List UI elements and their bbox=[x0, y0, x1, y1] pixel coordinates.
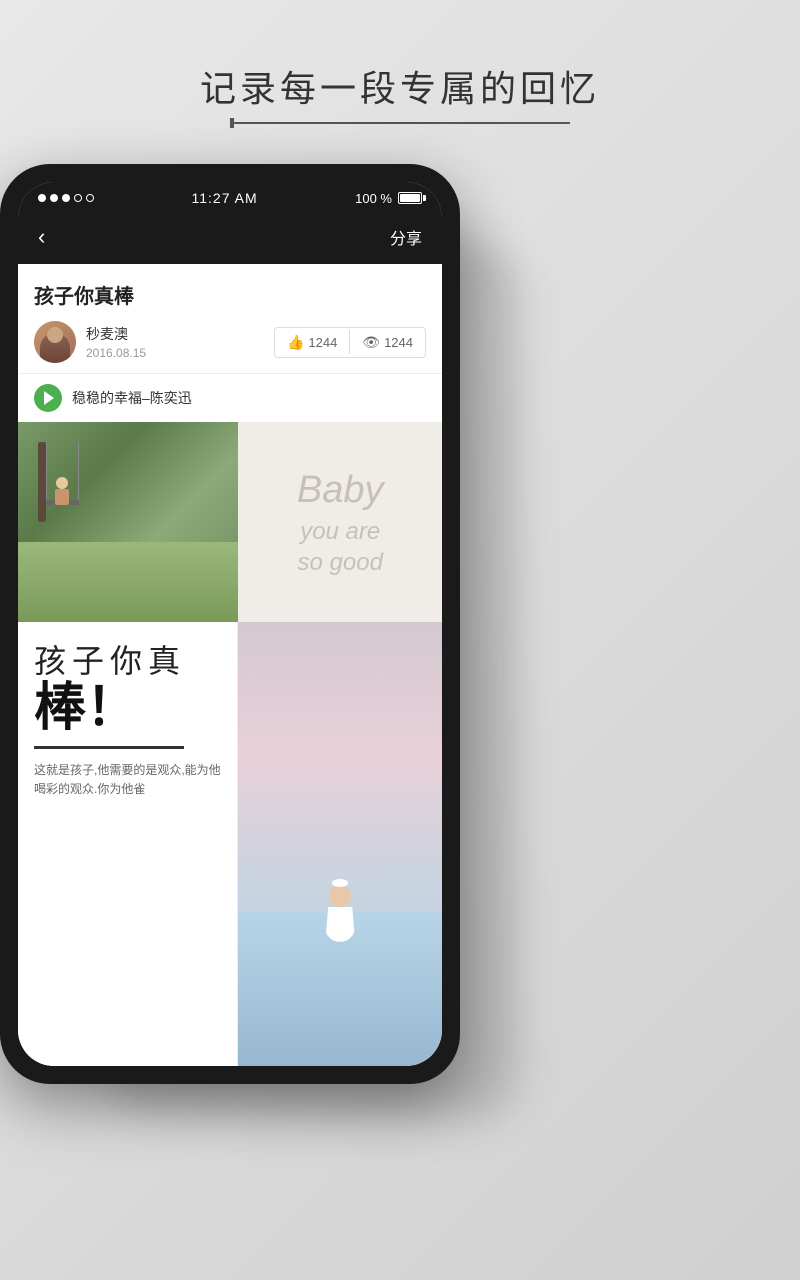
title-underline bbox=[230, 122, 570, 124]
dot-2 bbox=[50, 194, 58, 202]
author-name: 秒麦澳 bbox=[86, 324, 146, 344]
baby-text-area: Baby you are so good bbox=[238, 422, 442, 622]
battery-fill bbox=[400, 194, 420, 202]
avatar bbox=[34, 321, 76, 363]
dot-1 bbox=[38, 194, 46, 202]
image-grid-top: Baby you are so good bbox=[18, 422, 442, 622]
music-player[interactable]: 稳稳的幸福–陈奕迅 bbox=[34, 384, 426, 412]
baby-line2: you are bbox=[297, 516, 384, 547]
battery-percent: 100 % bbox=[355, 191, 392, 206]
page-title-area: 记录每一段专属的回忆 bbox=[0, 60, 800, 124]
child-figure bbox=[53, 477, 71, 505]
back-button[interactable]: ‹ bbox=[38, 224, 45, 250]
page-main-title: 记录每一段专属的回忆 bbox=[0, 60, 800, 112]
play-icon bbox=[44, 391, 54, 405]
like-count: 1244 bbox=[308, 335, 337, 350]
child-head bbox=[56, 477, 68, 489]
child-body bbox=[55, 489, 69, 505]
view-count: 1244 bbox=[384, 335, 413, 350]
text-underline-bar bbox=[34, 746, 184, 749]
post-header: 孩子你真棒 秒麦澳 2016.08.15 bbox=[18, 264, 442, 374]
baby-line3: so good bbox=[297, 547, 384, 578]
content-area: 孩子你真棒 秒麦澳 2016.08.15 bbox=[18, 264, 442, 1066]
girl-dress bbox=[325, 907, 355, 942]
view-stat: 👁 1244 bbox=[350, 328, 425, 357]
dot-4 bbox=[74, 194, 82, 202]
post-title: 孩子你真棒 bbox=[34, 280, 426, 309]
girl-head bbox=[329, 885, 351, 907]
girl-image bbox=[238, 622, 442, 1066]
like-icon: 👍 bbox=[287, 334, 304, 351]
hair-bow bbox=[332, 879, 348, 887]
swing-rope-left bbox=[46, 442, 47, 502]
phone-screen: 11:27 AM 100 % ‹ 分享 bbox=[18, 182, 442, 1066]
nav-bar: ‹ 分享 bbox=[18, 214, 442, 264]
status-bar: 11:27 AM 100 % bbox=[18, 182, 442, 214]
share-button[interactable]: 分享 bbox=[390, 225, 422, 249]
dot-5 bbox=[86, 194, 94, 202]
battery-icon bbox=[398, 192, 422, 204]
text-card: 孩子你真 棒！ 这就是孩子,他需要的是观众,能为他喝彩的观众.你为他雀 bbox=[18, 622, 238, 1066]
girl-figure bbox=[325, 885, 355, 942]
phone-body: 11:27 AM 100 % ‹ 分享 bbox=[0, 164, 460, 1084]
author-info: 秒麦澳 2016.08.15 bbox=[86, 324, 146, 360]
playground-image bbox=[18, 422, 238, 622]
dot-3 bbox=[62, 194, 70, 202]
author-date: 2016.08.15 bbox=[86, 346, 146, 360]
baby-overlay-text: Baby you are so good bbox=[297, 466, 384, 578]
status-time: 11:27 AM bbox=[192, 190, 258, 206]
post-meta: 秒麦澳 2016.08.15 👍 1244 bbox=[34, 321, 426, 363]
signal-dots bbox=[38, 194, 94, 202]
caption-text: 这就是孩子,他需要的是观众,能为他喝彩的观众.你为他雀 bbox=[34, 761, 221, 799]
play-button[interactable] bbox=[34, 384, 62, 412]
image-grid-bottom: 孩子你真 棒！ 这就是孩子,他需要的是观众,能为他喝彩的观众.你为他雀 bbox=[18, 622, 442, 1066]
phone-mockup: 11:27 AM 100 % ‹ 分享 bbox=[0, 164, 460, 1084]
like-stat: 👍 1244 bbox=[275, 328, 349, 357]
big-text-line1: 孩子你真 bbox=[34, 642, 221, 680]
swing-rope-right bbox=[78, 442, 79, 502]
page-background: 记录每一段专属的回忆 11:27 AM 100 % bbox=[0, 0, 800, 1280]
status-right: 100 % bbox=[355, 191, 422, 206]
avatar-image bbox=[34, 321, 76, 363]
music-title: 稳稳的幸福–陈奕迅 bbox=[72, 388, 192, 408]
baby-line1: Baby bbox=[297, 466, 384, 515]
big-text-line2: 棒！ bbox=[34, 680, 221, 737]
author-section: 秒麦澳 2016.08.15 bbox=[34, 321, 146, 363]
view-icon: 👁 bbox=[362, 334, 380, 351]
stats-section: 👍 1244 👁 1244 bbox=[274, 327, 426, 358]
